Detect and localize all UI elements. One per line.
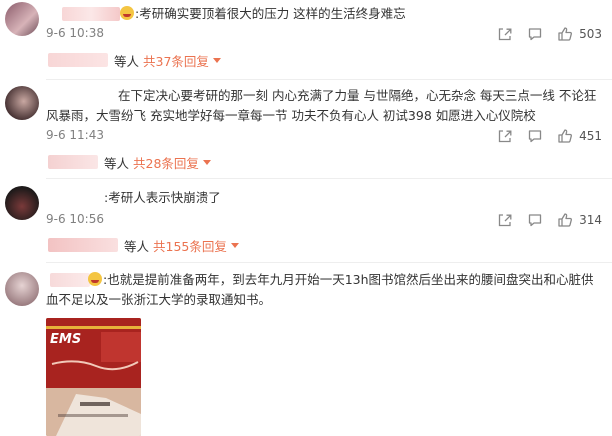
like-count: 451 [579, 129, 602, 143]
comment-icon [528, 28, 542, 41]
reply-summary[interactable]: 等人 共37条回复 [48, 51, 221, 69]
share-icon [498, 214, 512, 227]
avatar[interactable] [5, 272, 39, 306]
comment-text: :也就是提前准备两年，到去年九月开始一天13h图书馆然后坐出来的腰间盘突出和心脏… [46, 272, 594, 307]
reply-username [48, 238, 118, 252]
divider [46, 262, 612, 263]
reply-prefix: 等人 [114, 53, 140, 69]
like-icon [558, 27, 573, 41]
reply-summary[interactable]: 等人 共28条回复 [48, 153, 211, 171]
avatar[interactable] [5, 86, 39, 120]
emoji-icon [120, 6, 134, 20]
reply-count-link[interactable]: 共37条回复 [143, 51, 209, 70]
photo-label: EMS [50, 332, 82, 347]
reply-prefix: 等人 [104, 155, 130, 171]
reply-summary[interactable]: 等人 共155条回复 [48, 236, 239, 254]
avatar[interactable] [5, 186, 39, 220]
comment-item: :考研确实要顶着很大的压力 这样的生活终身难忘 9-6 10:38 503 等人… [0, 0, 612, 80]
timestamp: 9-6 10:56 [46, 212, 104, 226]
share-icon [498, 130, 512, 143]
chevron-down-icon [202, 159, 211, 165]
comment-button[interactable] [527, 128, 543, 144]
username[interactable] [62, 7, 120, 21]
comment-icon [528, 214, 542, 227]
like-count: 503 [579, 27, 602, 41]
comment-button[interactable] [527, 26, 543, 42]
attached-photo[interactable]: EMS [46, 318, 141, 436]
reply-username [48, 155, 98, 169]
comment-icon [528, 130, 542, 143]
divider [46, 178, 612, 179]
like-button[interactable]: 314 [557, 212, 602, 228]
comment-item: 在下定决心要考研的那一刻 内心充满了力量 与世隔绝，心无杂念 每天三点一线 不论… [0, 80, 612, 180]
share-icon [498, 28, 512, 41]
like-button[interactable]: 503 [557, 26, 602, 42]
comment-item: :考研人表示快崩溃了 9-6 10:56 314 等人 共155条回复 [0, 180, 612, 260]
timestamp: 9-6 11:43 [46, 128, 104, 142]
reply-count-link[interactable]: 共155条回复 [153, 236, 227, 255]
comment-text: :考研确实要顶着很大的压力 这样的生活终身难忘 [120, 4, 600, 24]
chevron-down-icon [212, 57, 221, 63]
reply-prefix: 等人 [124, 238, 150, 254]
share-button[interactable] [497, 212, 513, 228]
emoji-icon [88, 272, 102, 286]
timestamp: 9-6 10:38 [46, 26, 104, 40]
comment-text: 在下定决心要考研的那一刻 内心充满了力量 与世隔绝，心无杂念 每天三点一线 不论… [46, 88, 597, 123]
comment-button[interactable] [527, 212, 543, 228]
reply-count-link[interactable]: 共28条回复 [133, 153, 199, 172]
share-button[interactable] [497, 26, 513, 42]
comment-text: :考研人表示快崩溃了 [104, 190, 221, 205]
share-button[interactable] [497, 128, 513, 144]
avatar[interactable] [5, 2, 39, 36]
like-icon [558, 129, 573, 143]
like-button[interactable]: 451 [557, 128, 602, 144]
reply-username [48, 53, 108, 67]
like-icon [558, 213, 573, 227]
chevron-down-icon [230, 242, 239, 248]
like-count: 314 [579, 213, 602, 227]
